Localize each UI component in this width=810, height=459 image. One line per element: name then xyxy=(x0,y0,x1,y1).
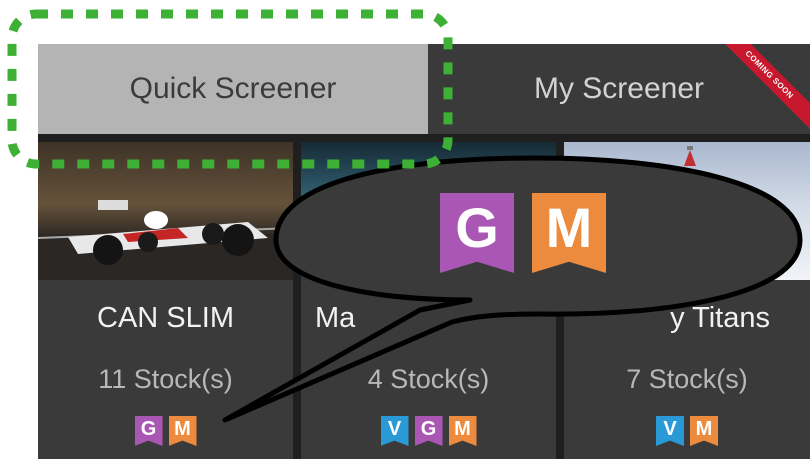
app-window: Quick Screener My Screener COMING SOON C… xyxy=(38,44,810,459)
screener-tabs: Quick Screener My Screener COMING SOON xyxy=(38,44,810,134)
tab-quick-screener[interactable]: Quick Screener xyxy=(38,44,428,134)
card-separator xyxy=(293,142,301,459)
card-badges: G M xyxy=(38,416,293,446)
card-title: CAN SLIM xyxy=(97,302,234,334)
momentum-badge-large: M xyxy=(532,193,606,273)
growth-badge: G xyxy=(134,416,163,446)
growth-badge: G xyxy=(414,416,443,446)
card-separator xyxy=(556,142,564,459)
tab-my-screener-label: My Screener xyxy=(533,72,705,105)
card-stock-count: 4 Stock(s) xyxy=(367,364,490,394)
coming-soon-ribbon: COMING SOON xyxy=(720,44,810,134)
coming-soon-ribbon-wrap: COMING SOON xyxy=(720,44,810,134)
momentum-badge: M xyxy=(168,416,197,446)
card-badges: V G M xyxy=(301,416,556,446)
tab-divider xyxy=(38,134,810,142)
screener-card-3[interactable]: y Titans 7 Stock(s) V M xyxy=(564,142,810,459)
value-badge: V xyxy=(656,416,684,446)
card-title: y Titans xyxy=(670,302,770,334)
screener-card-2[interactable]: Ma 4 Stock(s) V G M xyxy=(301,142,556,459)
card-badges: V M xyxy=(564,416,810,446)
callout-badges: G M xyxy=(440,193,606,273)
screener-card-can-slim[interactable]: CAN SLIM 11 Stock(s) G M xyxy=(38,142,293,459)
tab-my-screener[interactable]: My Screener COMING SOON xyxy=(428,44,810,134)
growth-badge-large: G xyxy=(440,193,514,273)
card-title: Ma xyxy=(315,302,356,334)
race-car-image xyxy=(38,142,293,280)
card-stock-count: 7 Stock(s) xyxy=(626,364,748,394)
momentum-badge: M xyxy=(690,416,718,446)
screener-cards: CAN SLIM 11 Stock(s) G M Ma 4 Stock(s) V… xyxy=(38,142,810,459)
card-stock-count: 11 Stock(s) xyxy=(98,364,233,394)
value-badge: V xyxy=(380,416,409,446)
momentum-badge: M xyxy=(448,416,477,446)
